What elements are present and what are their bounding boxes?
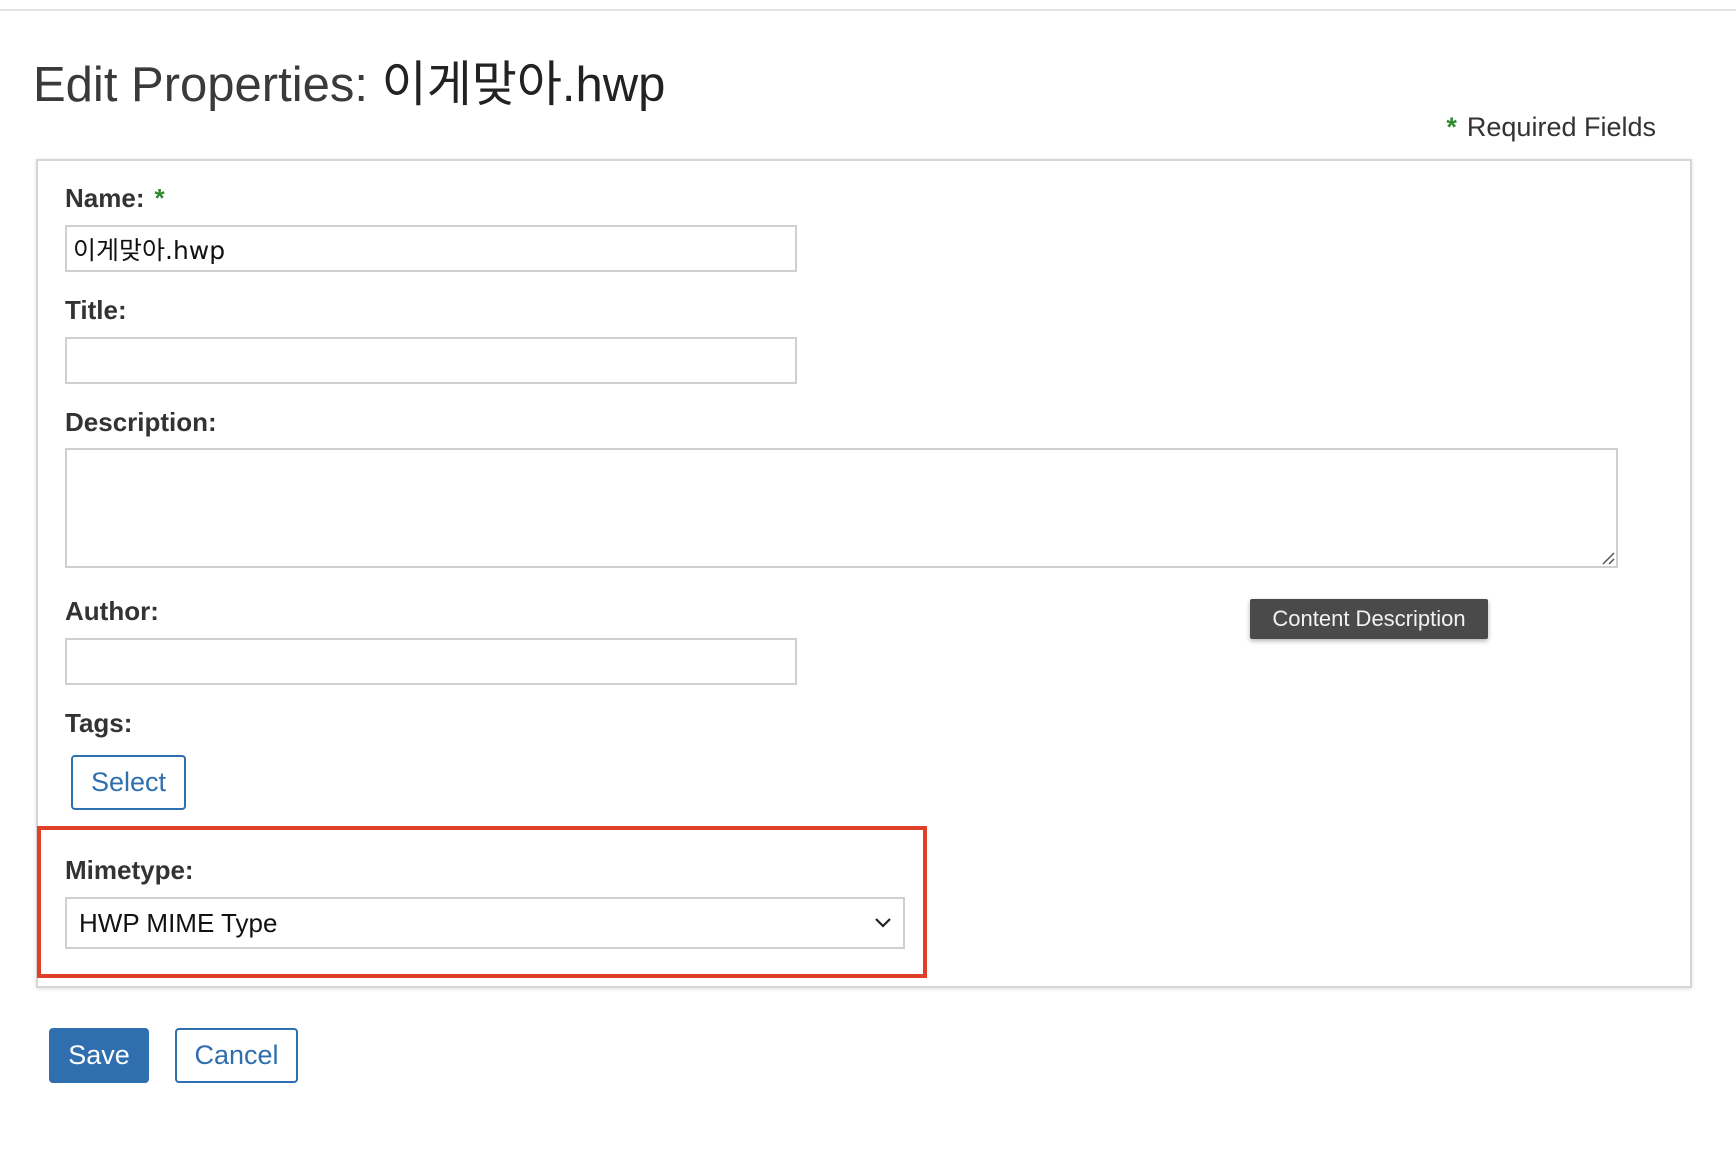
name-label-text: Name: (65, 183, 145, 213)
required-star-icon: * (1446, 112, 1457, 142)
mimetype-highlight-box (37, 826, 927, 978)
tags-label: Tags: (65, 708, 133, 738)
title-input[interactable] (65, 337, 797, 384)
page-title: Edit Properties: 이게맞아.hwp (33, 52, 665, 118)
top-divider (0, 0, 1736, 11)
author-label: Author: (65, 596, 159, 626)
select-tags-button[interactable]: Select (71, 755, 186, 810)
description-textarea[interactable] (65, 448, 1618, 568)
page-title-filename: 이게맞아.hwp (381, 58, 666, 112)
required-fields-note: * Required Fields (1446, 112, 1656, 143)
title-label: Title: (65, 295, 127, 325)
cancel-button[interactable]: Cancel (175, 1028, 298, 1083)
content-description-tooltip: Content Description (1250, 599, 1488, 639)
description-label: Description: (65, 407, 217, 437)
resize-grip-icon[interactable] (1601, 551, 1615, 565)
author-input[interactable] (65, 638, 797, 685)
required-fields-label: Required Fields (1466, 112, 1656, 142)
name-required-star: * (154, 183, 165, 213)
page-title-prefix: Edit Properties: (33, 58, 382, 112)
name-input[interactable] (65, 225, 797, 272)
name-label: Name: * (65, 183, 165, 214)
save-button[interactable]: Save (49, 1028, 149, 1083)
